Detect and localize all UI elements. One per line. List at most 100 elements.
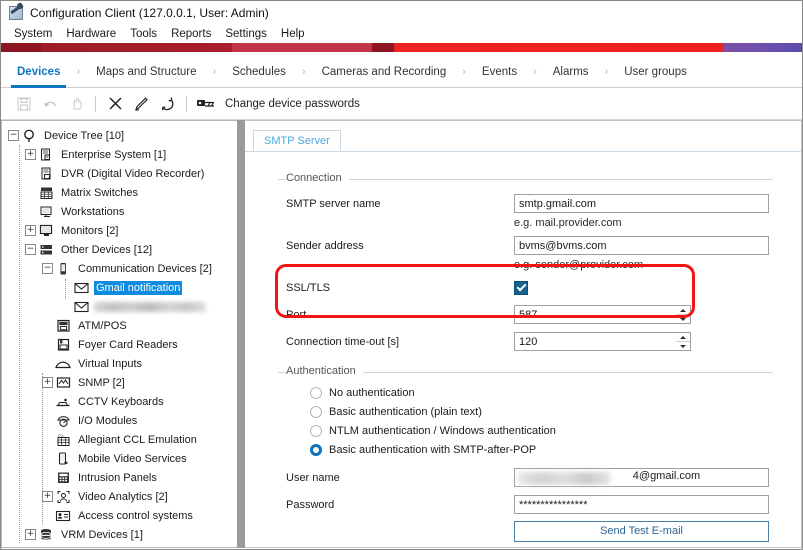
ssl-tls-row: SSL/TLS <box>278 274 773 301</box>
save-icon[interactable] <box>11 93 37 115</box>
menu-item-tools[interactable]: Tools <box>123 27 164 41</box>
port-spinner-down[interactable] <box>676 315 690 323</box>
expander-icon[interactable]: + <box>25 225 36 236</box>
navigation-tabs: Devices › Maps and Structure › Schedules… <box>1 56 802 88</box>
menu-item-settings[interactable]: Settings <box>218 27 274 41</box>
radio-ntlm-authentication[interactable]: NTLM authentication / Windows authentica… <box>278 421 773 440</box>
tree-node-dvr[interactable]: DVR (Digital Video Recorder) <box>2 164 237 183</box>
connection-timeout-input[interactable] <box>514 332 676 351</box>
password-row: Password <box>278 491 773 518</box>
tree-node-workstations[interactable]: Workstations <box>2 202 237 221</box>
key-icon[interactable] <box>193 93 219 115</box>
radio-icon[interactable] <box>310 405 322 418</box>
menu-item-help[interactable]: Help <box>274 27 312 41</box>
expander-placeholder <box>25 187 36 198</box>
undo-icon[interactable] <box>37 93 63 115</box>
port-spinner-buttons[interactable] <box>676 305 691 324</box>
expander-icon[interactable]: − <box>42 263 53 274</box>
port-input[interactable] <box>514 305 676 324</box>
hand-icon[interactable] <box>63 93 89 115</box>
edit-icon[interactable] <box>128 93 154 115</box>
radio-basic-smtp-after-pop[interactable]: Basic authentication with SMTP-after-POP <box>278 440 773 459</box>
send-test-email-row: Send Test E-mail <box>278 518 773 544</box>
tree-node-access-control-systems[interactable]: Access control systems <box>2 506 237 525</box>
device-tree-panel: − Device Tree [10] + Enterprise System [… <box>1 120 237 548</box>
expander-placeholder <box>25 206 36 217</box>
tree-node-monitors[interactable]: + Monitors [2] <box>2 221 237 240</box>
panel-tab-strip: SMTP Server <box>245 129 801 152</box>
timeout-spinner-up[interactable] <box>676 333 690 342</box>
tab-smtp-server[interactable]: SMTP Server <box>253 130 341 151</box>
menu-item-hardware[interactable]: Hardware <box>59 27 123 41</box>
expander-icon[interactable]: + <box>42 377 53 388</box>
tree-node-mobile-video-services[interactable]: Mobile Video Services <box>2 449 237 468</box>
tree-node-label: Video Analytics [2] <box>78 490 168 503</box>
timeout-spinner-down[interactable] <box>676 342 690 350</box>
smtp-server-name-input[interactable] <box>514 194 769 213</box>
nav-separator: › <box>462 65 466 78</box>
tree-node-other-devices[interactable]: − Other Devices [12] <box>2 240 237 259</box>
sender-address-row: Sender address <box>278 232 773 259</box>
tree-node-foyer-card-readers[interactable]: Foyer Card Readers <box>2 335 237 354</box>
port-stepper <box>514 305 691 324</box>
tree-node-redacted-device[interactable] <box>2 297 237 316</box>
radio-icon-selected[interactable] <box>310 443 322 456</box>
enterprise-system-icon <box>38 147 54 162</box>
io-module-icon <box>55 413 71 428</box>
radio-no-authentication[interactable]: No authentication <box>278 383 773 402</box>
nav-tab-schedules[interactable]: Schedules <box>226 56 292 87</box>
tree-node-enterprise-system[interactable]: + Enterprise System [1] <box>2 145 237 164</box>
delete-icon[interactable] <box>102 93 128 115</box>
authentication-group: Authentication <box>278 365 773 377</box>
nav-tab-devices[interactable]: Devices <box>11 56 67 88</box>
tree-node-video-analytics[interactable]: + Video Analytics [2] <box>2 487 237 506</box>
radio-basic-authentication[interactable]: Basic authentication (plain text) <box>278 402 773 421</box>
radio-icon[interactable] <box>310 386 322 399</box>
user-name-row: User name 4@gmail.com <box>278 464 773 491</box>
tree-node-cctv-keyboards[interactable]: CCTV Keyboards <box>2 392 237 411</box>
tree-node-label: Monitors [2] <box>61 224 119 237</box>
sender-address-input[interactable] <box>514 236 769 255</box>
nav-tab-alarms[interactable]: Alarms <box>547 56 595 87</box>
expander-icon[interactable]: + <box>25 529 36 540</box>
tree-node-intrusion-panels[interactable]: Intrusion Panels <box>2 468 237 487</box>
nav-tab-events[interactable]: Events <box>476 56 523 87</box>
refresh-icon[interactable] <box>154 93 180 115</box>
expander-placeholder <box>60 282 71 293</box>
user-name-input[interactable]: 4@gmail.com <box>514 468 769 487</box>
tree-node-io-modules[interactable]: I/O Modules <box>2 411 237 430</box>
wrench-icon <box>8 4 24 21</box>
expander-icon[interactable]: + <box>25 149 36 160</box>
timeout-spinner-buttons[interactable] <box>676 332 691 351</box>
tree-node-gmail-notification[interactable]: Gmail notification <box>2 278 237 297</box>
nav-separator: › <box>76 65 81 78</box>
ssl-tls-checkbox[interactable] <box>514 280 528 295</box>
menu-item-reports[interactable]: Reports <box>164 27 218 41</box>
expander-icon[interactable]: − <box>8 130 19 141</box>
nav-tab-cameras-and-recording[interactable]: Cameras and Recording <box>316 56 453 87</box>
tree-node-matrix-switches[interactable]: Matrix Switches <box>2 183 237 202</box>
ccl-emulation-icon: CCL <box>55 432 71 447</box>
radio-icon[interactable] <box>310 424 322 437</box>
tree-node-allegiant-ccl-emulation[interactable]: CCL Allegiant CCL Emulation <box>2 430 237 449</box>
nav-tab-maps-and-structure[interactable]: Maps and Structure <box>90 56 202 87</box>
window-title: Configuration Client (127.0.0.1, User: A… <box>30 6 269 20</box>
expander-icon[interactable]: + <box>42 491 53 502</box>
expander-icon[interactable]: − <box>25 244 36 255</box>
menu-item-system[interactable]: System <box>7 27 59 41</box>
tree-node-atm-pos[interactable]: ATM/POS <box>2 316 237 335</box>
tree-node-device-tree[interactable]: − Device Tree [10] <box>2 126 237 145</box>
password-input[interactable] <box>514 495 769 514</box>
send-test-email-button[interactable]: Send Test E-mail <box>514 520 769 542</box>
port-spinner-up[interactable] <box>676 306 690 315</box>
tree-node-snmp[interactable]: + SNMP [2] <box>2 373 237 392</box>
tree-node-label: VRM Devices [1] <box>61 528 143 541</box>
change-device-passwords-label[interactable]: Change device passwords <box>225 98 360 110</box>
tree-node-virtual-inputs[interactable]: Virtual Inputs <box>2 354 237 373</box>
panel-splitter[interactable] <box>237 120 245 548</box>
tree-node-communication-devices[interactable]: − Communication Devices [2] <box>2 259 237 278</box>
expander-placeholder <box>25 168 36 179</box>
tree-node-label: I/O Modules <box>78 414 138 427</box>
nav-tab-user-groups[interactable]: User groups <box>618 56 693 87</box>
tree-node-vrm-devices[interactable]: + VRM Devices [1] <box>2 525 237 544</box>
